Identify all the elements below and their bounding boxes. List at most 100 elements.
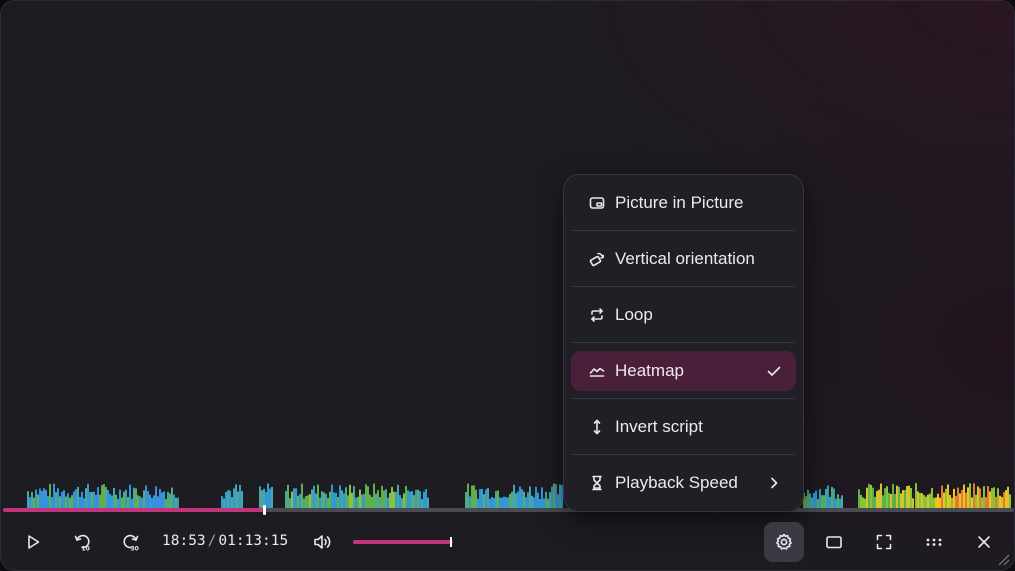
heatmap-bar[interactable] — [3, 481, 1014, 509]
svg-text:30: 30 — [131, 546, 139, 553]
heatmap-segment — [945, 488, 947, 509]
volume-button[interactable] — [302, 522, 342, 562]
heatmap-segment — [987, 486, 989, 509]
volume-slider-thumb[interactable] — [450, 537, 452, 547]
heatmap-segment — [85, 488, 87, 509]
rewind-10-icon: 10 — [74, 534, 90, 552]
heatmap-segment — [886, 486, 888, 509]
heatmap-segment — [973, 483, 975, 509]
heatmap-segment — [509, 494, 511, 509]
play-icon — [28, 535, 40, 549]
heatmap-segment — [391, 486, 393, 509]
heatmap-segment — [35, 489, 37, 509]
heatmap-segment — [927, 494, 929, 509]
heatmap-segment — [515, 493, 517, 509]
invert-arrows-icon — [588, 419, 605, 436]
heatmap-segment — [809, 493, 811, 509]
heatmap-segment — [941, 485, 943, 509]
heatmap-segment — [43, 488, 45, 509]
heatmap-segment — [551, 486, 553, 509]
fullscreen-button[interactable] — [864, 522, 904, 562]
heatmap-segment — [815, 490, 817, 509]
heatmap-segment — [529, 486, 531, 509]
heatmap-segment — [345, 487, 347, 509]
heatmap-segment — [413, 495, 415, 509]
settings-button[interactable] — [764, 522, 804, 562]
heatmap-segment — [841, 495, 843, 509]
more-button[interactable] — [914, 522, 954, 562]
heatmap-segment — [329, 491, 331, 509]
heatmap-segment — [343, 493, 345, 509]
heatmap-segment — [271, 486, 273, 509]
menu-divider — [572, 286, 795, 287]
heatmap-segment — [557, 494, 559, 509]
heatmap-segment — [475, 489, 477, 509]
heatmap-segment — [541, 487, 543, 509]
heatmap-segment — [137, 495, 139, 509]
heatmap-segment — [97, 487, 99, 509]
heatmap-segment — [959, 493, 961, 509]
loop-icon — [588, 307, 605, 324]
heatmap-segment — [553, 483, 555, 509]
heatmap-segment — [894, 493, 896, 509]
heatmap-segment — [923, 495, 925, 509]
menu-item-invert-script[interactable]: Invert script — [571, 407, 796, 447]
heatmap-segment — [961, 489, 963, 509]
heatmap-segment — [241, 491, 243, 509]
heatmap-segment — [906, 486, 908, 509]
seek-bar[interactable] — [3, 505, 1014, 515]
heatmap-segment — [979, 488, 981, 509]
forward-30-button[interactable]: 30 — [111, 522, 151, 562]
fullscreen-icon — [876, 534, 892, 550]
heatmap-segment — [227, 490, 229, 509]
heatmap-segment — [929, 493, 931, 509]
heatmap-segment — [93, 491, 95, 509]
heatmap-segment — [123, 491, 125, 509]
picture-in-picture-icon — [588, 195, 605, 212]
rotate-icon — [588, 251, 605, 268]
resize-grip-icon[interactable] — [996, 552, 1010, 566]
video-surface[interactable] — [1, 1, 1014, 481]
heatmap-segment — [349, 484, 351, 509]
heatmap-segment — [87, 483, 89, 509]
menu-item-vertical-orientation[interactable]: Vertical orientation — [571, 239, 796, 279]
heatmap-segment — [473, 485, 475, 509]
rewind-10-button[interactable]: 10 — [62, 522, 102, 562]
volume-slider[interactable] — [353, 537, 453, 547]
menu-item-loop[interactable]: Loop — [571, 295, 796, 335]
time-display: 18:53/01:13:15 — [162, 533, 288, 549]
window-mode-button[interactable] — [814, 522, 854, 562]
heatmap-segment — [965, 492, 967, 509]
heatmap-segment — [880, 483, 882, 509]
play-button[interactable] — [13, 522, 53, 562]
heatmap-segment — [915, 483, 917, 509]
heatmap-segment — [167, 491, 169, 509]
seek-bar-thumb[interactable] — [262, 505, 266, 515]
menu-item-label: Heatmap — [615, 361, 684, 380]
heatmap-segment — [833, 488, 835, 509]
heatmap-segment — [27, 491, 29, 509]
heatmap-segment — [347, 495, 349, 509]
heatmap-segment — [235, 484, 237, 509]
volume-slider-fill — [353, 540, 451, 544]
heatmap-segment — [73, 491, 75, 509]
heatmap-segment — [159, 489, 161, 509]
heatmap-segment — [957, 487, 959, 509]
heatmap-segment — [902, 490, 904, 509]
heatmap-segment — [545, 491, 547, 509]
heatmap-segment — [155, 486, 157, 509]
menu-item-heatmap[interactable]: Heatmap — [571, 351, 796, 391]
heatmap-segment — [293, 488, 295, 509]
settings-gear-icon — [776, 533, 792, 550]
heatmap-segment — [870, 484, 872, 509]
heatmap-segment — [373, 483, 375, 509]
heatmap-segment — [135, 488, 137, 509]
volume-icon — [314, 535, 331, 549]
speed-icon — [588, 475, 605, 492]
menu-item-picture-in-picture[interactable]: Picture in Picture — [571, 183, 796, 223]
heatmap-segment — [497, 490, 499, 509]
heatmap-segment — [395, 491, 397, 509]
heatmap-segment — [301, 483, 303, 509]
heatmap-segment — [937, 493, 939, 509]
menu-item-playback-speed[interactable]: Playback Speed — [571, 463, 796, 503]
